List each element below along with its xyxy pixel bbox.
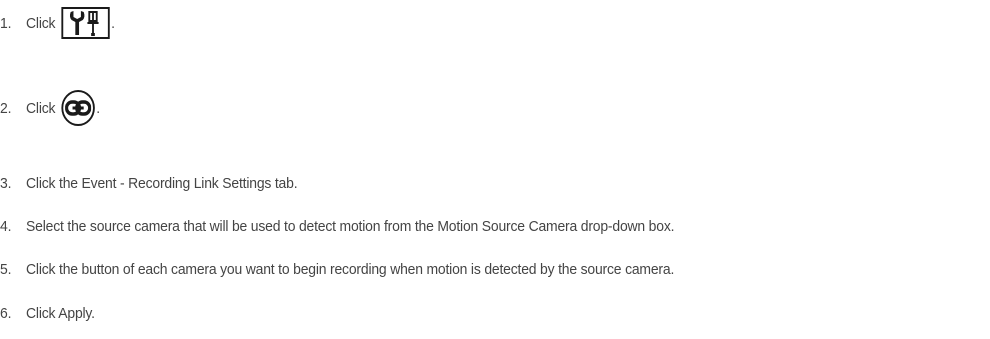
step-number: 1. — [0, 14, 12, 32]
step-6: 6. Click Apply. — [0, 302, 95, 324]
step-number: 5. — [0, 260, 12, 278]
step-text: Click — [26, 99, 56, 117]
step-text: Select the source camera that will be us… — [26, 217, 675, 235]
step-5: 5. Click the button of each camera you w… — [0, 258, 674, 280]
step-number: 4. — [0, 217, 12, 235]
chain-icon — [64, 100, 91, 116]
step-2: 2. Click . — [0, 88, 100, 128]
step-3: 3. Click the Event - Recording Link Sett… — [0, 172, 298, 194]
step-1: 1. Click . — [0, 6, 115, 40]
tools-icon — [60, 7, 110, 39]
link-chain-icon — [60, 90, 95, 126]
step-number: 2. — [0, 99, 12, 117]
step-text: Click the Event - Recording Link Setting… — [26, 174, 298, 192]
step-number: 6. — [0, 304, 12, 322]
wrench-screwdriver-icon — [69, 11, 99, 36]
step-number: 3. — [0, 174, 12, 192]
step-4: 4. Select the source camera that will be… — [0, 215, 674, 237]
step-text: Click — [26, 14, 56, 32]
step-text: Click the button of each camera you want… — [26, 260, 675, 278]
step-suffix: . — [111, 14, 115, 32]
step-text: Click Apply. — [26, 304, 95, 322]
instruction-steps: 1. Click . 2. Click . 3. Click the Event… — [0, 0, 990, 339]
step-suffix: . — [96, 99, 100, 117]
